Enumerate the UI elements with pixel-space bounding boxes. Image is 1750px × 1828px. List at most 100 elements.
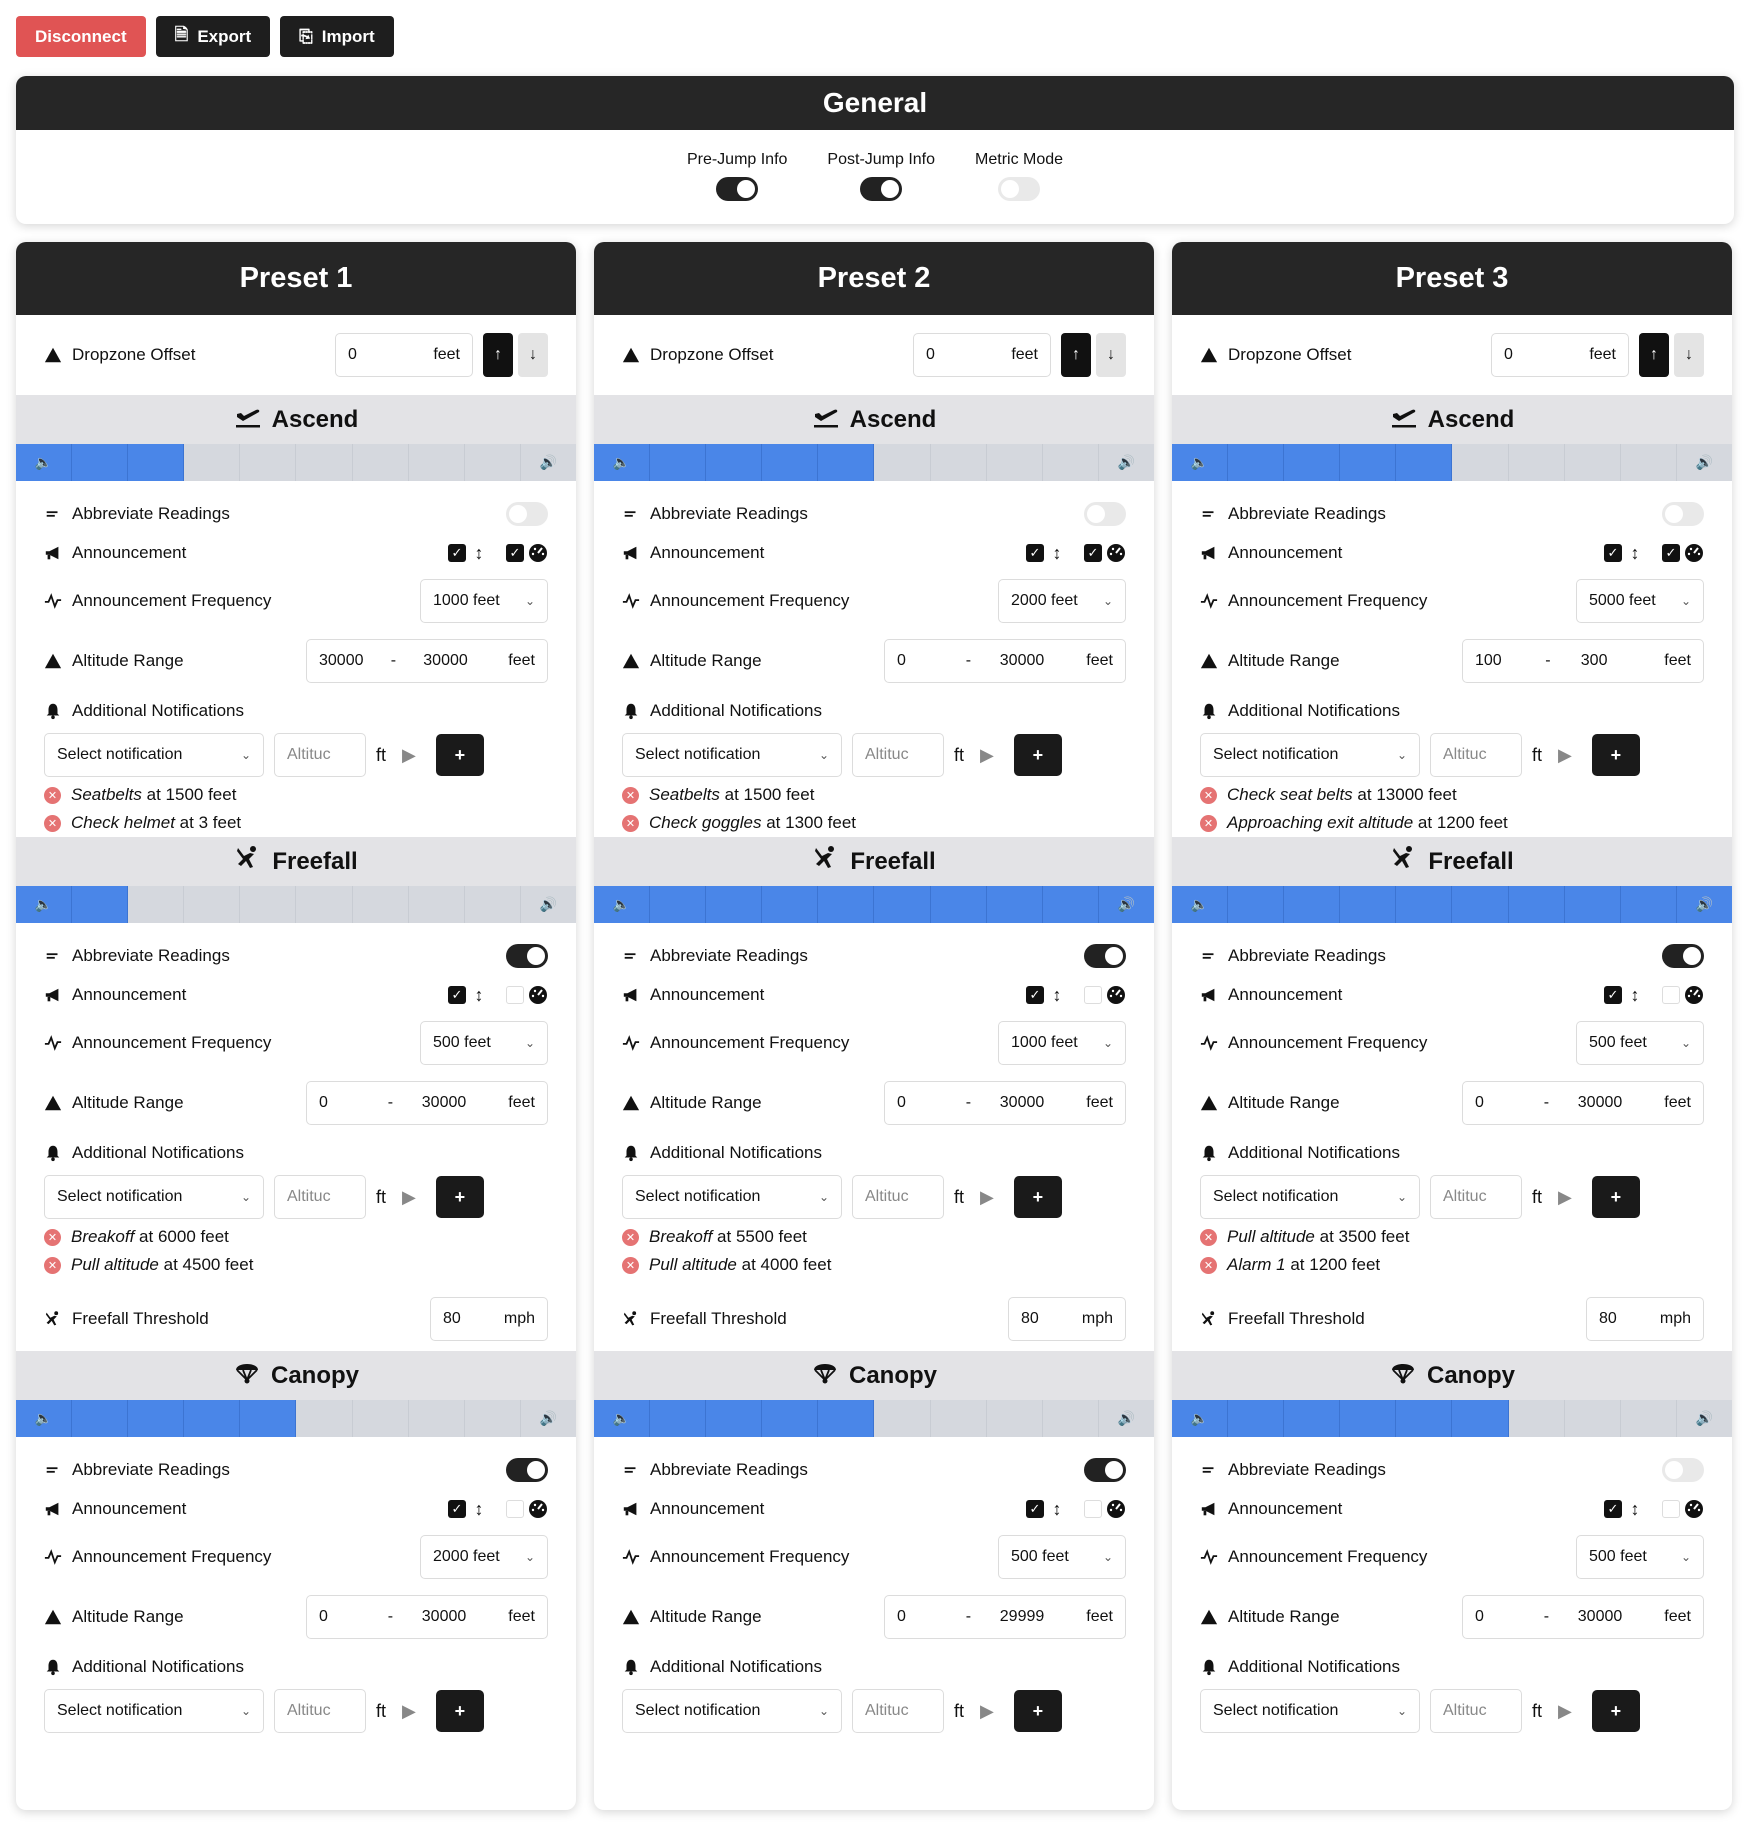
volume-slider[interactable]: 🔈 🔊 bbox=[1172, 886, 1732, 923]
volume-step[interactable] bbox=[353, 1400, 409, 1437]
dropzone-offset-input[interactable]: 0 feet bbox=[913, 333, 1051, 377]
volume-step[interactable]: 🔊 bbox=[521, 886, 576, 923]
volume-step[interactable] bbox=[184, 1400, 241, 1437]
volume-step[interactable] bbox=[465, 886, 521, 923]
volume-step[interactable] bbox=[1284, 886, 1341, 923]
altitude-range-input[interactable]: 0 - 29999 feet bbox=[884, 1594, 1126, 1639]
abbreviate-toggle[interactable] bbox=[1662, 502, 1704, 526]
frequency-select[interactable]: 500 feet ⌄ bbox=[420, 1020, 548, 1065]
speed-announce-checkbox[interactable] bbox=[506, 986, 524, 1004]
altitude-min[interactable]: 0 bbox=[897, 652, 937, 670]
volume-step[interactable]: 🔈 bbox=[594, 1400, 651, 1437]
speed-announce-checkbox[interactable] bbox=[1662, 986, 1680, 1004]
add-notification-button[interactable]: + bbox=[435, 1690, 484, 1732]
volume-step[interactable] bbox=[353, 444, 409, 481]
remove-notification-icon[interactable]: ✕ bbox=[1200, 1256, 1217, 1274]
volume-step[interactable]: 🔊 bbox=[1676, 886, 1732, 923]
altitude-min[interactable]: 0 bbox=[319, 1608, 359, 1626]
remove-notification-icon[interactable]: ✕ bbox=[44, 1256, 61, 1274]
remove-notification-icon[interactable]: ✕ bbox=[44, 814, 61, 832]
volume-step[interactable] bbox=[874, 886, 931, 923]
notification-select[interactable]: Select notification ⌄ bbox=[622, 1175, 842, 1219]
volume-step[interactable] bbox=[240, 444, 297, 481]
altitude-max[interactable]: 30000 bbox=[423, 652, 468, 670]
altitude-min[interactable]: 0 bbox=[1475, 1608, 1515, 1626]
notification-altitude-input[interactable]: Altituc bbox=[852, 1175, 944, 1219]
play-icon[interactable]: ▶ bbox=[1558, 745, 1572, 766]
volume-step[interactable] bbox=[706, 444, 763, 481]
notification-altitude-input[interactable]: Altituc bbox=[274, 733, 366, 777]
altitude-range-input[interactable]: 100 - 300 feet bbox=[1462, 638, 1704, 683]
volume-slider[interactable]: 🔈 🔊 bbox=[594, 444, 1154, 481]
volume-step[interactable] bbox=[1621, 1400, 1677, 1437]
frequency-select[interactable]: 2000 feet ⌄ bbox=[420, 1534, 548, 1579]
altitude-range-input[interactable]: 0 - 30000 feet bbox=[306, 1080, 548, 1125]
notification-select[interactable]: Select notification ⌄ bbox=[622, 733, 842, 777]
abbreviate-toggle[interactable] bbox=[1084, 502, 1126, 526]
volume-step[interactable] bbox=[1452, 444, 1509, 481]
altitude-announce-checkbox[interactable]: ✓ bbox=[448, 544, 466, 562]
play-icon[interactable]: ▶ bbox=[1558, 1187, 1572, 1208]
arrow-up-button[interactable]: ↑ bbox=[483, 333, 513, 377]
altitude-announce-checkbox[interactable]: ✓ bbox=[1026, 986, 1044, 1004]
volume-slider[interactable]: 🔈 🔊 bbox=[594, 1400, 1154, 1437]
remove-notification-icon[interactable]: ✕ bbox=[622, 786, 639, 804]
add-notification-button[interactable]: + bbox=[1591, 734, 1640, 776]
volume-step[interactable]: 🔈 bbox=[1172, 444, 1229, 481]
disconnect-button[interactable]: Disconnect bbox=[16, 16, 146, 57]
volume-step[interactable] bbox=[1228, 886, 1285, 923]
volume-step[interactable] bbox=[818, 444, 875, 481]
volume-step[interactable] bbox=[987, 444, 1043, 481]
volume-step[interactable] bbox=[650, 1400, 707, 1437]
volume-slider[interactable]: 🔈 🔊 bbox=[594, 886, 1154, 923]
notification-altitude-input[interactable]: Altituc bbox=[274, 1175, 366, 1219]
notification-altitude-input[interactable]: Altituc bbox=[852, 733, 944, 777]
volume-step[interactable] bbox=[128, 886, 185, 923]
volume-step[interactable] bbox=[1452, 1400, 1509, 1437]
altitude-range-input[interactable]: 0 - 30000 feet bbox=[884, 1080, 1126, 1125]
altitude-max[interactable]: 300 bbox=[1581, 652, 1621, 670]
remove-notification-icon[interactable]: ✕ bbox=[1200, 1228, 1217, 1246]
abbreviate-toggle[interactable] bbox=[1084, 944, 1126, 968]
frequency-select[interactable]: 2000 feet ⌄ bbox=[998, 578, 1126, 623]
add-notification-button[interactable]: + bbox=[1591, 1690, 1640, 1732]
notification-select[interactable]: Select notification ⌄ bbox=[44, 733, 264, 777]
play-icon[interactable]: ▶ bbox=[980, 745, 994, 766]
abbreviate-toggle[interactable] bbox=[1662, 944, 1704, 968]
dropzone-offset-input[interactable]: 0 feet bbox=[1491, 333, 1629, 377]
volume-step[interactable] bbox=[128, 1400, 185, 1437]
volume-step[interactable] bbox=[818, 886, 875, 923]
volume-step[interactable] bbox=[1228, 444, 1285, 481]
volume-step[interactable] bbox=[762, 886, 819, 923]
volume-step[interactable] bbox=[931, 1400, 987, 1437]
volume-step[interactable] bbox=[1340, 886, 1397, 923]
volume-slider[interactable]: 🔈 🔊 bbox=[1172, 1400, 1732, 1437]
freefall-threshold-input[interactable]: 80 mph bbox=[430, 1297, 548, 1341]
volume-step[interactable] bbox=[409, 886, 465, 923]
frequency-select[interactable]: 500 feet ⌄ bbox=[1576, 1020, 1704, 1065]
volume-step[interactable] bbox=[987, 1400, 1043, 1437]
volume-step[interactable] bbox=[874, 1400, 931, 1437]
altitude-announce-checkbox[interactable]: ✓ bbox=[1604, 544, 1622, 562]
altitude-range-input[interactable]: 0 - 30000 feet bbox=[306, 1594, 548, 1639]
volume-step[interactable] bbox=[650, 444, 707, 481]
volume-step[interactable] bbox=[931, 444, 987, 481]
arrow-up-button[interactable]: ↑ bbox=[1639, 333, 1669, 377]
volume-slider[interactable]: 🔈 🔊 bbox=[16, 886, 576, 923]
altitude-min[interactable]: 0 bbox=[1475, 1094, 1515, 1112]
notification-select[interactable]: Select notification ⌄ bbox=[1200, 1175, 1420, 1219]
arrow-down-button[interactable]: ↓ bbox=[1096, 333, 1126, 377]
notification-select[interactable]: Select notification ⌄ bbox=[1200, 1689, 1420, 1733]
volume-step[interactable] bbox=[1565, 444, 1621, 481]
frequency-select[interactable]: 5000 feet ⌄ bbox=[1576, 578, 1704, 623]
altitude-max[interactable]: 30000 bbox=[422, 1608, 467, 1626]
dropzone-offset-input[interactable]: 0 feet bbox=[335, 333, 473, 377]
frequency-select[interactable]: 500 feet ⌄ bbox=[1576, 1534, 1704, 1579]
add-notification-button[interactable]: + bbox=[1013, 1176, 1062, 1218]
volume-slider[interactable]: 🔈 🔊 bbox=[16, 444, 576, 481]
altitude-min[interactable]: 100 bbox=[1475, 652, 1515, 670]
altitude-min[interactable]: 30000 bbox=[319, 652, 364, 670]
abbreviate-toggle[interactable] bbox=[1084, 1458, 1126, 1482]
play-icon[interactable]: ▶ bbox=[980, 1187, 994, 1208]
volume-step[interactable] bbox=[184, 444, 241, 481]
